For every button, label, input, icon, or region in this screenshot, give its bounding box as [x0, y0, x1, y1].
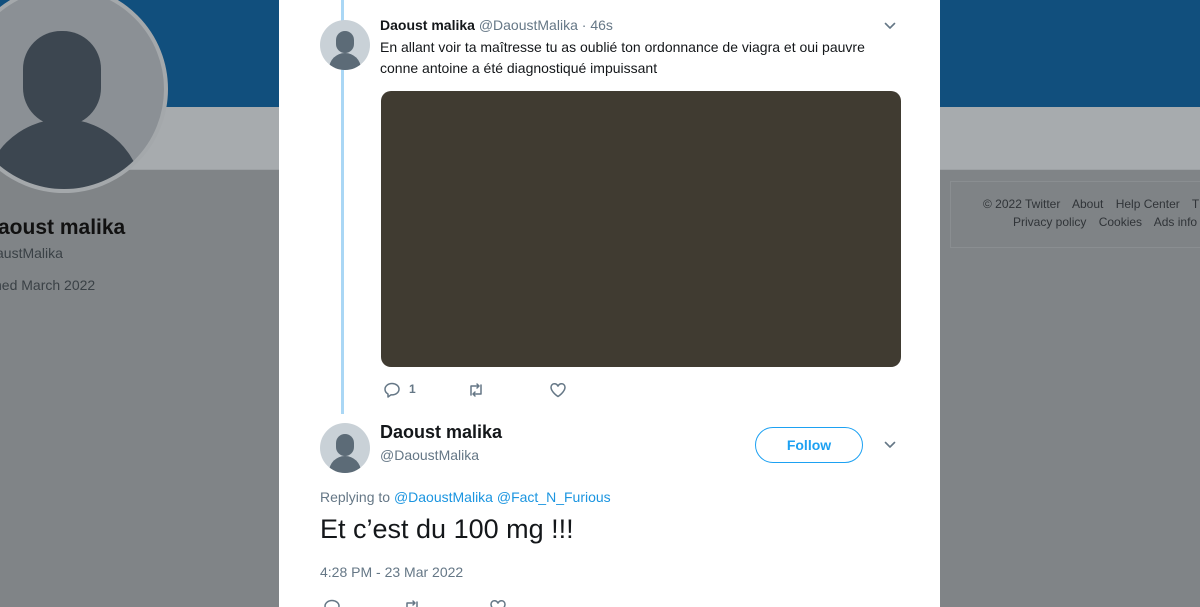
- mention-link[interactable]: @Fact_N_Furious: [497, 489, 611, 505]
- like-icon: [550, 383, 566, 398]
- profile-handle: austMalika: [0, 245, 63, 261]
- reply-icon: [384, 382, 400, 398]
- reply-button[interactable]: 1: [383, 381, 416, 399]
- main-tweet-text: Et c’est du 100 mg !!!: [320, 514, 574, 544]
- chevron-down-icon[interactable]: [884, 439, 896, 451]
- footer-link-cookies[interactable]: Cookies: [1099, 215, 1142, 229]
- parent-tweet-avatar[interactable]: [320, 20, 370, 70]
- profile-name: aoust malika: [0, 216, 126, 239]
- main-tweet-author-handle[interactable]: @DaoustMalika: [380, 447, 479, 463]
- parent-tweet-header: Daoust malika @DaoustMalika · 46s: [380, 17, 613, 33]
- footer-links: © 2022 Twitter About Help Center T Priva…: [950, 181, 1200, 248]
- main-tweet-avatar[interactable]: [320, 423, 370, 473]
- main-tweet-actions: [323, 598, 623, 607]
- parent-tweet-time[interactable]: 46s: [590, 17, 613, 33]
- chevron-down-icon[interactable]: [884, 20, 896, 32]
- mention-link[interactable]: @DaoustMalika: [394, 489, 493, 505]
- footer-link-help-center[interactable]: Help Center: [1116, 197, 1180, 211]
- reply-button[interactable]: [323, 598, 341, 607]
- like-button[interactable]: [549, 381, 567, 399]
- profile-joined-date: ned March 2022: [0, 277, 96, 293]
- parent-tweet-author-handle[interactable]: @DaoustMalika: [479, 17, 578, 33]
- retweet-button[interactable]: [403, 598, 421, 607]
- parent-tweet-media[interactable]: [381, 91, 901, 367]
- replying-to-label: Replying to: [320, 489, 391, 505]
- reply-icon: [324, 599, 340, 607]
- like-button[interactable]: [489, 598, 507, 607]
- main-tweet-author-name[interactable]: Daoust malika: [380, 422, 502, 443]
- footer-link-about[interactable]: About: [1072, 197, 1103, 211]
- footer-copyright: © 2022 Twitter: [983, 197, 1061, 211]
- retweet-icon: [406, 600, 418, 607]
- follow-button[interactable]: Follow: [755, 427, 863, 463]
- parent-tweet-text: En allant voir ta maîtresse tu as oublié…: [380, 39, 865, 76]
- footer-link-ads-info[interactable]: Ads info: [1154, 215, 1197, 229]
- parent-tweet-separator: ·: [581, 17, 587, 33]
- footer-link-terms[interactable]: T: [1192, 197, 1199, 211]
- parent-tweet-author-name[interactable]: Daoust malika: [380, 17, 475, 33]
- reply-count: 1: [409, 381, 416, 396]
- parent-tweet-actions: 1: [383, 381, 683, 401]
- footer-link-privacy[interactable]: Privacy policy: [1013, 215, 1086, 229]
- retweet-button[interactable]: [467, 381, 485, 399]
- like-icon: [490, 600, 506, 607]
- retweet-icon: [470, 383, 482, 397]
- replying-to-line: Replying to @DaoustMalika @Fact_N_Furiou…: [320, 489, 611, 505]
- main-tweet-timestamp[interactable]: 4:28 PM - 23 Mar 2022: [320, 564, 463, 580]
